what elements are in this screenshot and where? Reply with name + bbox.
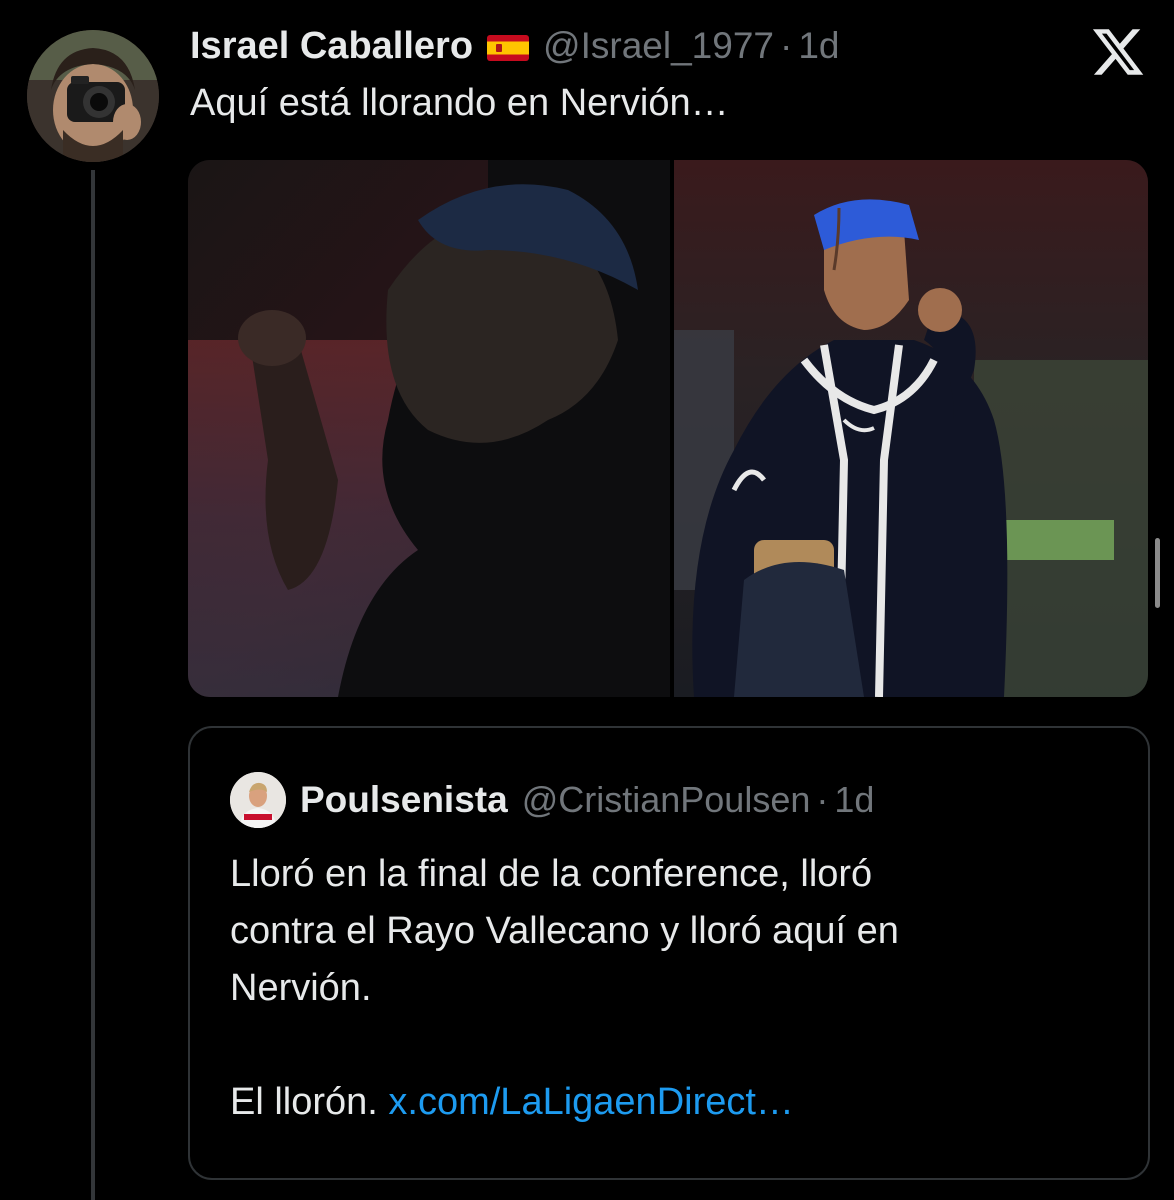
quote-text-line: contra el Rayo Vallecano y lloró aquí en (230, 910, 899, 952)
quote-header: Poulsenista @CristianPoulsen · 1d (230, 772, 874, 828)
quote-text: Lloró en la final de la conference, llor… (230, 846, 1090, 1131)
quote-author-handle[interactable]: @CristianPoulsen (522, 779, 811, 821)
separator-dot: · (779, 25, 793, 66)
scrollbar-thumb[interactable] (1155, 538, 1160, 608)
quote-separator-dot: · (816, 779, 829, 820)
quote-link[interactable]: x.com/LaLigaenDirect… (388, 1081, 794, 1123)
quote-text-last-line: El llorón. x.com/LaLigaenDirect… (230, 1074, 1090, 1131)
tweet-text: Aquí está llorando en Nervión… (190, 82, 729, 124)
photo-player-celebrating-dark[interactable] (188, 160, 670, 697)
x-logo-icon (1090, 24, 1146, 80)
quote-text-prefix: El llorón. (230, 1081, 389, 1123)
quote-text-line: Nervión. (230, 967, 372, 1009)
quoted-tweet-card[interactable]: Poulsenista @CristianPoulsen · 1d Lloró … (188, 726, 1150, 1180)
quote-text-line: Lloró en la final de la conference, llor… (230, 853, 873, 895)
author-handle[interactable]: @Israel_1977 (543, 25, 774, 67)
media-grid (188, 160, 1148, 697)
tweet-header: Israel Caballero @Israel_1977 · 1d (190, 18, 839, 74)
quote-timestamp[interactable]: 1d (834, 779, 874, 821)
author-avatar[interactable] (27, 30, 159, 162)
timestamp[interactable]: 1d (798, 25, 839, 67)
quote-author-name[interactable]: Poulsenista (300, 779, 508, 821)
author-name[interactable]: Israel Caballero (190, 25, 473, 68)
quote-author-avatar[interactable] (230, 772, 286, 828)
spain-flag-icon (487, 35, 530, 61)
thread-line (91, 170, 95, 1200)
photo-player-blue-cap-fist[interactable] (674, 160, 1148, 697)
